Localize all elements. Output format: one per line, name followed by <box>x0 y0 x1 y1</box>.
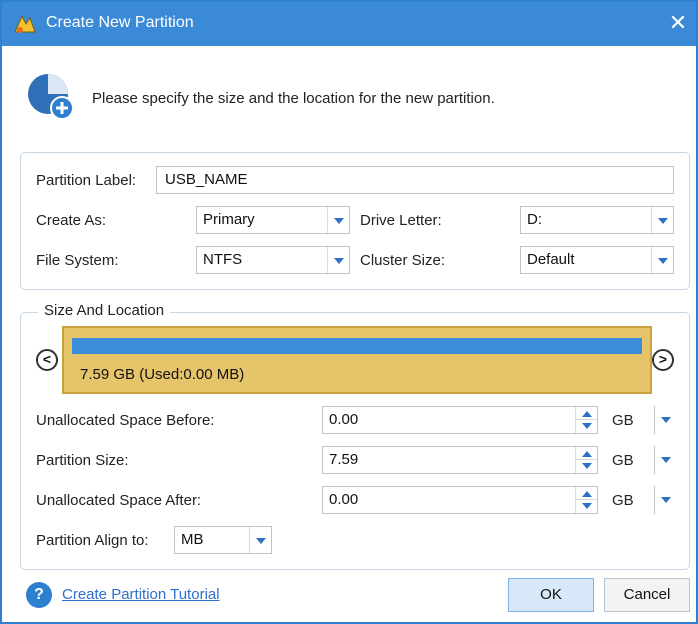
unalloc-before-spinner[interactable] <box>575 407 597 433</box>
cluster-size-value: Default <box>527 251 575 268</box>
drive-letter-caption: Drive Letter: <box>360 212 442 229</box>
partition-bar-text: 7.59 GB (Used:0.00 MB) <box>80 366 245 383</box>
close-button[interactable]: ✕ <box>664 8 692 38</box>
chevron-down-icon[interactable] <box>327 207 349 233</box>
drive-letter-value: D: <box>527 211 542 228</box>
unalloc-before-value: 0.00 <box>329 411 359 428</box>
create-partition-dialog: Create New Partition ✕ Please specify th… <box>0 0 698 624</box>
chevron-down-icon[interactable] <box>249 527 271 553</box>
chevron-down-icon[interactable] <box>654 406 672 434</box>
spin-up-icon[interactable] <box>576 447 597 460</box>
chevron-down-icon[interactable] <box>651 247 673 273</box>
cluster-size-caption: Cluster Size: <box>360 252 446 269</box>
spin-down-icon[interactable] <box>576 500 597 513</box>
cluster-size-select[interactable]: Default <box>520 246 674 274</box>
title-bar: Create New Partition ✕ <box>2 2 696 46</box>
chevron-down-icon[interactable] <box>654 446 672 474</box>
partition-align-value: MB <box>181 531 204 548</box>
create-as-caption: Create As: <box>36 212 107 229</box>
tutorial-link[interactable]: Create Partition Tutorial <box>62 586 220 603</box>
file-system-caption: File System: <box>36 252 119 269</box>
spin-up-icon[interactable] <box>576 407 597 420</box>
unalloc-after-spinner[interactable] <box>575 487 597 513</box>
create-as-value: Primary <box>203 211 255 228</box>
ok-button[interactable]: OK <box>508 578 594 612</box>
drive-letter-select[interactable]: D: <box>520 206 674 234</box>
partition-label-input[interactable]: USB_NAME <box>156 166 674 194</box>
help-icon[interactable]: ? <box>26 582 52 608</box>
move-left-button[interactable]: < <box>36 349 58 371</box>
spin-down-icon[interactable] <box>576 460 597 473</box>
unalloc-after-value: 0.00 <box>329 491 359 508</box>
pie-add-icon <box>28 74 74 120</box>
move-right-button[interactable]: > <box>652 349 674 371</box>
chevron-down-icon[interactable] <box>651 207 673 233</box>
unalloc-after-input[interactable]: 0.00 <box>322 486 598 514</box>
partition-size-caption: Partition Size: <box>36 452 129 469</box>
partition-align-select[interactable]: MB <box>174 526 272 554</box>
create-as-select[interactable]: Primary <box>196 206 350 234</box>
unalloc-before-unit: GB <box>612 412 634 429</box>
size-location-legend: Size And Location <box>38 302 171 319</box>
file-system-select[interactable]: NTFS <box>196 246 350 274</box>
partition-size-value: 7.59 <box>329 451 359 468</box>
partition-size-spinner[interactable] <box>575 447 597 473</box>
file-system-value: NTFS <box>203 251 243 268</box>
unalloc-after-unit: GB <box>612 492 634 509</box>
chevron-down-icon[interactable] <box>327 247 349 273</box>
instruction-text: Please specify the size and the location… <box>92 90 495 107</box>
partition-size-unit: GB <box>612 452 634 469</box>
unalloc-after-caption: Unallocated Space After: <box>36 492 202 509</box>
unalloc-before-caption: Unallocated Space Before: <box>36 412 215 429</box>
chevron-down-icon[interactable] <box>654 486 672 514</box>
unalloc-before-input[interactable]: 0.00 <box>322 406 598 434</box>
app-icon <box>14 14 36 33</box>
partition-label-caption: Partition Label: <box>36 172 137 189</box>
partition-used-bar <box>72 338 642 354</box>
spin-up-icon[interactable] <box>576 487 597 500</box>
partition-align-caption: Partition Align to: <box>36 532 149 549</box>
partition-layout-bar[interactable]: 7.59 GB (Used:0.00 MB) <box>62 326 652 394</box>
window-title: Create New Partition <box>46 14 194 31</box>
spin-down-icon[interactable] <box>576 420 597 433</box>
cancel-button[interactable]: Cancel <box>604 578 690 612</box>
partition-size-input[interactable]: 7.59 <box>322 446 598 474</box>
